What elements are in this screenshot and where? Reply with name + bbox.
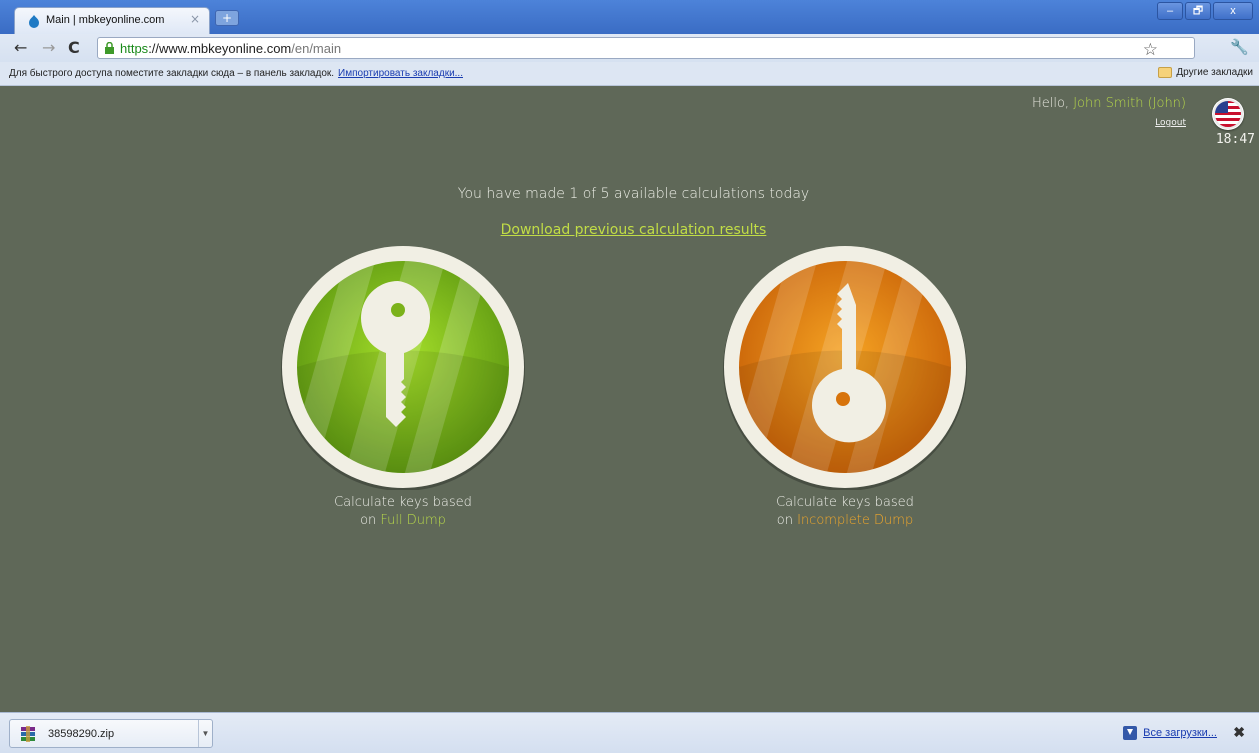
tab-title: Main | mbkeyonline.com — [46, 14, 165, 26]
url-text: https://www.mbkeyonline.com/en/main — [120, 41, 342, 56]
page-content: Hello, John Smith (John) Logout 18:47 Yo… — [8, 86, 1259, 712]
back-arrow-icon[interactable]: ← — [14, 38, 27, 57]
incomplete-dump-button[interactable] — [722, 244, 968, 491]
chevron-down-icon[interactable]: ▼ — [198, 720, 212, 747]
forward-arrow-icon[interactable]: → — [42, 38, 55, 57]
other-bookmarks-label: Другие закладки — [1176, 67, 1253, 78]
incomplete-dump-caption: Calculate keys based on Incomplete Dump — [776, 495, 914, 528]
folder-icon — [1158, 67, 1173, 78]
key-icon-orange — [723, 246, 967, 491]
other-bookmarks[interactable]: Другие закладки — [1158, 67, 1253, 78]
download-file-name: 38598290.zip — [48, 728, 115, 740]
lock-icon — [105, 42, 114, 54]
incomplete-dump-highlight: Incomplete Dump — [797, 513, 914, 528]
wrench-menu-icon[interactable]: 🔧 — [1230, 38, 1249, 56]
minimize-button[interactable]: – — [1157, 2, 1183, 20]
restore-button[interactable]: 🗗 — [1185, 2, 1211, 20]
user-greeting: Hello, John Smith (John) — [1031, 96, 1186, 111]
user-name: John Smith (John) — [1073, 96, 1186, 111]
full-dump-button[interactable] — [280, 244, 526, 491]
logout-link[interactable]: Logout — [1155, 118, 1186, 128]
close-icon[interactable]: ✖ — [1233, 724, 1245, 741]
winrar-archive-icon — [21, 726, 35, 742]
all-downloads-link[interactable]: Все загрузки... — [1143, 727, 1217, 739]
bookmark-star-icon[interactable]: ☆ — [1143, 40, 1158, 60]
download-item[interactable]: 38598290.zip ▼ — [9, 719, 213, 748]
calculations-counter: You have made 1 of 5 available calculati… — [457, 186, 810, 202]
clock: 18:47 — [1215, 132, 1255, 147]
all-downloads[interactable]: Все загрузки... — [1123, 726, 1217, 740]
us-flag-icon[interactable] — [1212, 98, 1244, 130]
close-window-button[interactable]: x — [1213, 2, 1253, 20]
address-bar[interactable]: https://www.mbkeyonline.com/en/main ☆ — [97, 37, 1195, 60]
reload-icon[interactable]: C — [68, 38, 80, 57]
bookmarks-bar: Для быстрого доступа поместите закладки … — [0, 62, 1259, 86]
browser-titlebar: Main | mbkeyonline.com × + – 🗗 x — [0, 0, 1259, 34]
bookmarks-hint: Для быстрого доступа поместите закладки … — [9, 68, 463, 79]
drupal-favicon-icon — [29, 15, 39, 28]
full-dump-caption: Calculate keys based on Full Dump — [334, 495, 472, 528]
new-tab-button[interactable]: + — [215, 10, 239, 26]
downloads-icon — [1123, 726, 1138, 740]
full-dump-highlight: Full Dump — [380, 513, 446, 528]
import-bookmarks-link[interactable]: Импортировать закладки... — [338, 68, 463, 79]
browser-tab[interactable]: Main | mbkeyonline.com × — [14, 7, 210, 34]
tab-close-icon[interactable]: × — [190, 12, 200, 26]
download-shelf: 38598290.zip ▼ Все загрузки... ✖ — [0, 712, 1259, 753]
browser-toolbar: ← → C https://www.mbkeyonline.com/en/mai… — [0, 34, 1259, 62]
download-results-link[interactable]: Download previous calculation results — [8, 222, 1259, 238]
key-icon-green — [281, 246, 525, 491]
window-controls: – 🗗 x — [1157, 2, 1253, 20]
